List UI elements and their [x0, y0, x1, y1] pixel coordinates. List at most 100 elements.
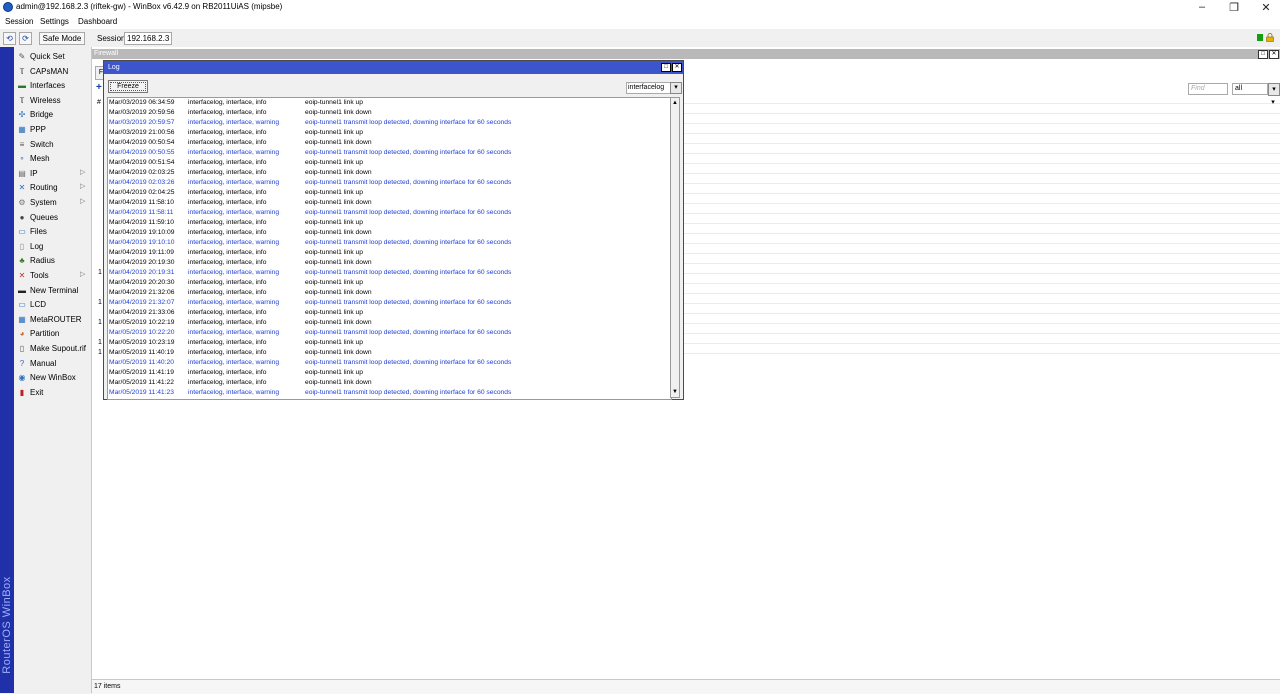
restore-icon[interactable]: ❐ — [1222, 1, 1246, 14]
filter-select[interactable]: all — [1232, 83, 1268, 95]
firewall-maximize-icon[interactable]: □ — [1258, 50, 1268, 59]
sidebar-item-switch[interactable]: ≡ Switch — [14, 138, 91, 152]
log-row[interactable]: Mar/04/2019 00:51:54 interfacelog, interf… — [108, 158, 671, 168]
sidebar-item-radius[interactable]: ♣ Radius — [14, 254, 91, 268]
log-row[interactable]: Mar/04/2019 19:11:09 interfacelog, interf… — [108, 248, 671, 258]
sidebar-item-manual[interactable]: ? Manual — [14, 357, 91, 371]
log-message: eoip-tunnel1 link down — [305, 349, 372, 356]
sidebar-item-routing[interactable]: ✕ Routing ▷ — [14, 181, 91, 195]
submenu-arrow-icon: ▷ — [80, 183, 86, 191]
log-row[interactable]: Mar/03/2019 20:59:57 interfacelog, interf… — [108, 118, 671, 128]
undo-button[interactable]: ⟲ — [3, 32, 16, 45]
sidebar-item-bridge[interactable]: ✣ Bridge — [14, 108, 91, 122]
sidebar-item-label: Exit — [30, 387, 44, 397]
sidebar-item-exit[interactable]: ▮ Exit — [14, 386, 91, 400]
log-row[interactable]: Mar/04/2019 19:10:10 interfacelog, interf… — [108, 238, 671, 248]
log-row[interactable]: Mar/04/2019 19:10:09 interfacelog, interf… — [108, 228, 671, 238]
column-chooser-icon[interactable]: ▾ — [1268, 97, 1278, 108]
log-row[interactable]: Mar/05/2019 11:41:19 interfacelog, interf… — [108, 368, 671, 378]
log-row[interactable]: Mar/04/2019 11:59:10 interfacelog, interf… — [108, 218, 671, 228]
log-row[interactable]: Mar/04/2019 02:04:25 interfacelog, interf… — [108, 188, 671, 198]
scroll-up-icon[interactable]: ▲ — [671, 98, 679, 108]
menu-bar: Session Settings Dashboard — [0, 15, 1280, 29]
sidebar-item-ip[interactable]: ▤ IP ▷ — [14, 167, 91, 181]
log-row[interactable]: Mar/03/2019 06:34:59 interfacelog, interf… — [108, 98, 671, 108]
log-row[interactable]: Mar/05/2019 11:41:23 interfacelog, interf… — [108, 388, 671, 398]
log-row[interactable]: Mar/05/2019 10:22:20 interfacelog, interf… — [108, 328, 671, 338]
sidebar-item-system[interactable]: ⚙ System ▷ — [14, 196, 91, 210]
log-time: Mar/05/2019 11:41:22 — [109, 379, 174, 386]
sidebar-item-files[interactable]: ▭ Files — [14, 225, 91, 239]
log-close-icon[interactable]: ✕ — [672, 63, 682, 72]
log-row[interactable]: Mar/03/2019 21:00:56 interfacelog, interf… — [108, 128, 671, 138]
log-row[interactable]: Mar/04/2019 02:03:26 interfacelog, interf… — [108, 178, 671, 188]
log-topics: interfacelog, interface, info — [188, 319, 267, 326]
close-icon[interactable]: ✕ — [1254, 1, 1278, 14]
sidebar-item-log[interactable]: ▯ Log — [14, 240, 91, 254]
sidebar-item-make-supout-rif[interactable]: ▯ Make Supout.rif — [14, 342, 91, 356]
column-header-number[interactable]: # — [97, 99, 101, 106]
sidebar-item-wireless[interactable]: Ⲧ Wireless — [14, 94, 91, 108]
log-row[interactable]: Mar/05/2019 11:41:22 interfacelog, interf… — [108, 378, 671, 388]
log-row[interactable]: Mar/04/2019 21:33:06 interfacelog, interf… — [108, 308, 671, 318]
sidebar-item-quick-set[interactable]: ✎ Quick Set — [14, 50, 91, 64]
firewall-close-icon[interactable]: ✕ — [1269, 50, 1279, 59]
scroll-down-icon[interactable]: ▼ — [671, 387, 679, 397]
menu-dashboard[interactable]: Dashboard — [78, 17, 117, 26]
filter-dropdown-icon[interactable]: ▾ — [1268, 83, 1280, 96]
sidebar-item-mesh[interactable]: ∘ Mesh — [14, 152, 91, 166]
submenu-arrow-icon: ▷ — [80, 168, 86, 176]
ppp-icon: ▦ — [18, 125, 26, 134]
sidebar-item-lcd[interactable]: ▭ LCD — [14, 298, 91, 312]
menu-session[interactable]: Session — [5, 17, 33, 26]
log-row[interactable]: Mar/05/2019 10:23:19 interfacelog, interf… — [108, 338, 671, 348]
log-row[interactable]: Mar/04/2019 20:19:31 interfacelog, interf… — [108, 268, 671, 278]
sidebar-item-ppp[interactable]: ▦ PPP — [14, 123, 91, 137]
log-window-titlebar[interactable]: Log □ ✕ — [104, 61, 683, 74]
log-time: Mar/04/2019 21:32:07 — [109, 299, 175, 306]
log-row[interactable]: Mar/04/2019 00:50:55 interfacelog, interf… — [108, 148, 671, 158]
log-row[interactable]: Mar/04/2019 20:20:30 interfacelog, interf… — [108, 278, 671, 288]
log-row[interactable]: Mar/05/2019 10:22:19 interfacelog, interf… — [108, 318, 671, 328]
sidebar-item-queues[interactable]: ● Queues — [14, 211, 91, 225]
topic-filter-select[interactable]: interfacelog — [626, 82, 671, 94]
log-row[interactable]: Mar/04/2019 00:50:54 interfacelog, interf… — [108, 138, 671, 148]
log-row[interactable]: Mar/04/2019 21:32:06 interfacelog, interf… — [108, 288, 671, 298]
log-row[interactable]: Mar/04/2019 02:03:25 interfacelog, interf… — [108, 168, 671, 178]
log-message: eoip-tunnel1 link down — [305, 139, 372, 146]
log-row[interactable]: Mar/04/2019 11:58:11 interfacelog, interf… — [108, 208, 671, 218]
log-scrollbar[interactable]: ▲ ▼ — [670, 97, 680, 398]
add-rule-icon[interactable]: + — [96, 82, 102, 93]
freeze-button[interactable]: Freeze — [108, 80, 148, 93]
submenu-arrow-icon: ▷ — [80, 198, 86, 205]
sidebar-item-partition[interactable]: ◕ Partition — [14, 327, 91, 341]
log-message: eoip-tunnel1 link down — [305, 319, 372, 326]
find-input[interactable]: Find — [1188, 83, 1228, 95]
log-time: Mar/03/2019 21:00:56 — [109, 129, 175, 136]
redo-button[interactable]: ⟳ — [19, 32, 32, 45]
log-row[interactable]: Mar/03/2019 20:59:56 interfacelog, interf… — [108, 108, 671, 118]
log-maximize-icon[interactable]: □ — [661, 63, 671, 72]
sidebar-item-capsman[interactable]: Ⲧ CAPsMAN — [14, 65, 91, 79]
log-row[interactable]: Mar/04/2019 11:58:10 interfacelog, interf… — [108, 198, 671, 208]
log-row[interactable]: Mar/04/2019 21:32:07 interfacelog, interf… — [108, 298, 671, 308]
log-topics: interfacelog, interface, info — [188, 159, 267, 166]
minimize-icon[interactable]: – — [1190, 1, 1214, 13]
log-row[interactable]: Mar/05/2019 11:40:19 interfacelog, interf… — [108, 348, 671, 358]
menu-settings[interactable]: Settings — [40, 17, 69, 26]
sidebar-item-label: Quick Set — [30, 52, 65, 61]
topic-filter-dropdown-icon[interactable]: ▾ — [670, 82, 682, 94]
safe-mode-button[interactable]: Safe Mode — [39, 32, 85, 45]
sidebar-item-tools[interactable]: ✕ Tools ▷ — [14, 269, 91, 283]
sidebar-item-new-terminal[interactable]: ▬ New Terminal — [14, 284, 91, 298]
sidebar-item-label: MetaROUTER — [30, 314, 82, 324]
window-title: admin@192.168.2.3 (riftek-gw) - WinBox v… — [16, 2, 283, 11]
sidebar-item-new-winbox[interactable]: ◉ New WinBox — [14, 371, 91, 385]
log-time: Mar/05/2019 11:40:19 — [109, 349, 174, 356]
sidebar-item-label: Wireless — [30, 95, 61, 105]
sidebar-item-metarouter[interactable]: ▦ MetaROUTER — [14, 313, 91, 327]
sidebar-item-label: System — [30, 198, 57, 207]
log-row[interactable]: Mar/04/2019 20:19:30 interfacelog, interf… — [108, 258, 671, 268]
log-row[interactable]: Mar/05/2019 11:40:20 interfacelog, interf… — [108, 358, 671, 368]
sidebar-item-interfaces[interactable]: ▬ Interfaces — [14, 79, 91, 93]
